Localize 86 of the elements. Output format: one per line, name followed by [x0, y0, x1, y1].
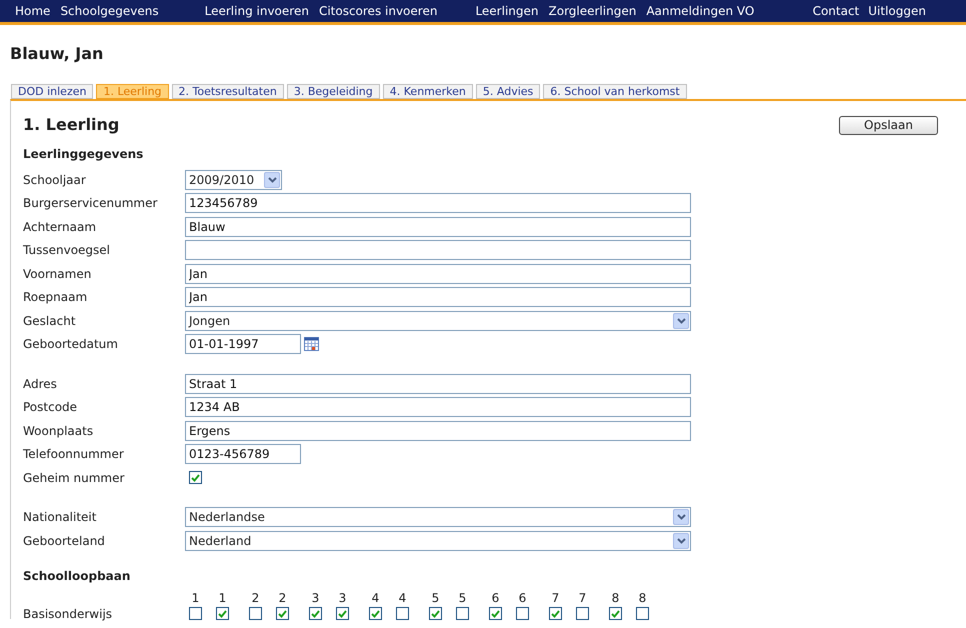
nav-link[interactable]: Uitloggen	[868, 2, 926, 20]
dropdown-value: Jongen	[189, 312, 230, 330]
checkbox[interactable]	[369, 607, 382, 620]
tab[interactable]: 4. Kenmerken	[382, 84, 473, 99]
field-label: Schooljaar	[23, 172, 87, 189]
field-label: Basisonderwijs	[23, 606, 114, 622]
dropdown-value: Nederlandse	[189, 509, 265, 526]
checkbox[interactable]	[489, 607, 502, 620]
subsection-heading: Schoolloopbaan	[23, 568, 130, 584]
column-number: 6	[490, 590, 500, 604]
page-title: Blauw, Jan	[10, 43, 104, 65]
dropdown[interactable]: Nederlandse	[185, 507, 691, 528]
tab[interactable]: 5. Advies	[476, 84, 540, 99]
column-number: 4	[370, 590, 380, 604]
date-field[interactable]: 01-01-1997	[185, 334, 301, 354]
checkbox[interactable]	[456, 607, 469, 620]
subsection-heading: Leerlinggegevens	[23, 146, 144, 163]
tab[interactable]: 3. Begeleiding	[286, 84, 380, 99]
nav-link[interactable]: Leerlingen	[475, 2, 538, 20]
tab[interactable]: 6. School van herkomst	[543, 84, 687, 99]
column-number: 3	[338, 590, 348, 604]
column-number: 7	[578, 590, 588, 604]
text-field[interactable]: 1234 AB	[185, 397, 691, 418]
field-label: Telefoonnummer	[23, 446, 125, 464]
column-number: 7	[550, 590, 560, 604]
dropdown[interactable]: 2009/2010	[185, 170, 282, 190]
column-number: 2	[250, 590, 260, 604]
field-label: Achternaam	[23, 218, 98, 236]
checkbox[interactable]	[396, 607, 409, 620]
column-number: 3	[310, 590, 320, 604]
field-label: Geheim nummer	[23, 470, 126, 487]
column-number: 8	[638, 590, 648, 604]
text-field[interactable]: 123456789	[185, 193, 691, 214]
column-number: 1	[190, 590, 200, 604]
field-label: Burgerservicenummer	[23, 195, 158, 212]
field-label: Geslacht	[23, 312, 77, 330]
column-number: 6	[518, 590, 528, 604]
checkbox[interactable]	[429, 607, 442, 620]
checkbox[interactable]	[576, 607, 589, 620]
field-label: Adres	[23, 376, 58, 393]
checkbox[interactable]	[516, 607, 529, 620]
field-label: Geboortedatum	[23, 336, 119, 354]
nav-link[interactable]: Contact	[812, 2, 860, 20]
nav-link[interactable]: Zorgleerlingen	[548, 2, 636, 20]
field-label: Geboorteland	[23, 532, 106, 550]
tab[interactable]: 2. Toetsresultaten	[172, 84, 284, 99]
checkbox[interactable]	[636, 607, 649, 620]
tab[interactable]: DOD inlezen	[11, 84, 94, 99]
checkbox[interactable]	[609, 607, 622, 620]
checkbox[interactable]	[336, 607, 349, 620]
field-label: Woonplaats	[23, 422, 94, 440]
dropdown[interactable]: Nederland	[185, 530, 691, 551]
text-field[interactable]: Blauw	[185, 216, 691, 237]
checkbox[interactable]	[216, 607, 229, 620]
nav-link[interactable]: Aanmeldingen VO	[646, 2, 754, 20]
checkbox[interactable]	[249, 607, 262, 620]
checkbox[interactable]	[309, 607, 322, 620]
dropdown-value: Nederland	[189, 532, 252, 550]
dropdown-value: 2009/2010	[189, 172, 254, 189]
checkbox[interactable]	[189, 607, 202, 620]
nav-link[interactable]: Schoolgegevens	[60, 2, 159, 20]
dropdown[interactable]: Jongen	[185, 310, 691, 331]
column-number: 2	[278, 590, 288, 604]
checkbox[interactable]	[189, 471, 202, 484]
checkbox[interactable]	[549, 607, 562, 620]
nav-link[interactable]: Leerling invoeren	[204, 2, 309, 20]
column-number: 4	[398, 590, 408, 604]
nav-link[interactable]: Home	[15, 2, 50, 20]
text-field[interactable]: Ergens	[185, 420, 691, 441]
save-button[interactable]: Opslaan	[839, 116, 938, 134]
column-number: 5	[430, 590, 440, 604]
field-label: Postcode	[23, 399, 78, 416]
text-field[interactable]: Straat 1	[185, 374, 691, 394]
text-field[interactable]: 0123-456789	[185, 444, 301, 464]
column-number: 8	[610, 590, 620, 604]
field-label: Voornamen	[23, 266, 92, 283]
field-label: Nationaliteit	[23, 509, 98, 526]
section-title: 1. Leerling	[23, 114, 120, 136]
nav-link[interactable]: Citoscores invoeren	[318, 2, 438, 20]
calendar-icon[interactable]	[304, 337, 319, 352]
column-number: 1	[218, 590, 228, 604]
text-field[interactable]	[185, 240, 691, 260]
checkbox[interactable]	[276, 607, 289, 620]
field-label: Roepnaam	[23, 289, 88, 306]
column-number: 5	[458, 590, 468, 604]
field-label: Tussenvoegsel	[23, 242, 112, 260]
